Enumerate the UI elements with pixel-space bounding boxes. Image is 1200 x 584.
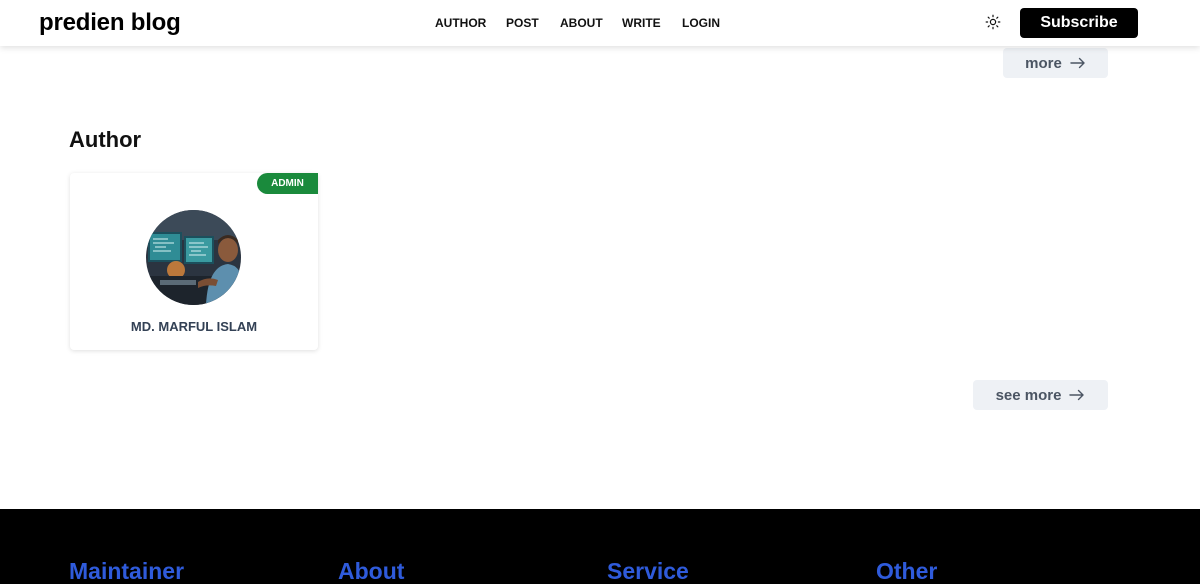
- subscribe-button[interactable]: Subscribe: [1020, 8, 1138, 38]
- author-avatar: [146, 210, 241, 305]
- author-card[interactable]: ADMIN MD. MARFUL ISLAM: [70, 173, 318, 350]
- page: predien blog AUTHOR POST ABOUT WRITE LOG…: [0, 0, 1200, 584]
- theme-toggle-button[interactable]: [983, 12, 1003, 32]
- footer-heading-service: Service: [607, 558, 689, 584]
- footer-heading-about: About: [338, 558, 405, 584]
- nav-post[interactable]: POST: [506, 16, 539, 30]
- site-header: predien blog AUTHOR POST ABOUT WRITE LOG…: [0, 0, 1200, 46]
- author-name[interactable]: MD. MARFUL ISLAM: [70, 319, 318, 334]
- footer-heading-maintainer: Maintainer: [69, 558, 185, 584]
- site-footer: Maintainer About Service Other: [0, 509, 1200, 584]
- sun-icon: [985, 14, 1001, 30]
- admin-badge: ADMIN: [257, 173, 318, 194]
- arrow-right-icon: [1070, 57, 1085, 69]
- author-section-title: Author: [69, 127, 142, 152]
- more-button[interactable]: more: [1003, 48, 1108, 78]
- nav-login[interactable]: LOGIN: [682, 16, 720, 30]
- more-button-label: more: [1025, 54, 1062, 72]
- see-more-button-label: see more: [995, 386, 1062, 404]
- nav-write[interactable]: WRITE: [622, 16, 661, 30]
- see-more-button[interactable]: see more: [973, 380, 1108, 410]
- arrow-right-icon: [1069, 389, 1085, 401]
- nav-author[interactable]: AUTHOR: [435, 16, 486, 30]
- footer-heading-other: Other: [876, 558, 938, 584]
- avatar-photo: [146, 210, 241, 305]
- nav-about[interactable]: ABOUT: [560, 16, 603, 30]
